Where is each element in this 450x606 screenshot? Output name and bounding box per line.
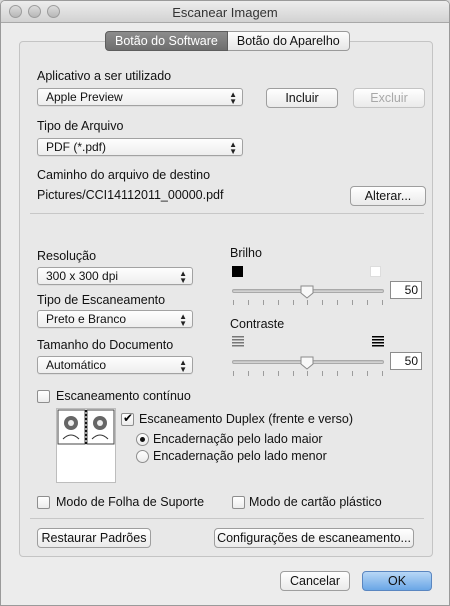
delete-app-button[interactable]: Excluir <box>353 88 425 108</box>
scan-image-dialog: Escanear Imagem Botão do Software Botão … <box>0 0 450 606</box>
tab-software-button[interactable]: Botão do Software <box>105 31 228 51</box>
destination-label: Caminho do arquivo de destino <box>37 168 211 182</box>
updown-arrows-icon: ▲ ▼ <box>179 269 187 285</box>
duplex-scan-checkbox[interactable] <box>121 411 134 426</box>
updown-arrows-icon: ▲ ▼ <box>229 90 237 106</box>
brightness-slider-thumb[interactable] <box>300 285 314 299</box>
updown-arrows-icon: ▲ ▼ <box>179 312 187 328</box>
file-type-select-value: PDF (*.pdf) <box>46 140 107 154</box>
long-edge-binding-label: Encadernação pelo lado maior <box>153 432 323 446</box>
scan-type-select-value: Preto e Branco <box>46 312 127 326</box>
light-square-icon <box>370 266 381 277</box>
destination-path: Pictures/CCI14112011_00000.pdf <box>37 188 224 202</box>
doc-size-select[interactable]: Automático ▲ ▼ <box>37 356 193 374</box>
contrast-label: Contraste <box>230 317 285 331</box>
dark-square-icon <box>232 266 243 277</box>
duplex-preview-image <box>56 408 116 483</box>
file-type-label: Tipo de Arquivo <box>37 119 124 133</box>
continuous-scan-checkbox[interactable] <box>37 390 50 403</box>
duplex-scan-label: Escaneamento Duplex (frente e verso) <box>139 412 353 426</box>
updown-arrows-icon: ▲ ▼ <box>229 140 237 156</box>
doc-size-label: Tamanho do Documento <box>37 338 174 352</box>
app-label: Aplicativo a ser utilizado <box>37 69 172 83</box>
continuous-scan-label: Escaneamento contínuo <box>56 389 191 403</box>
app-select-value: Apple Preview <box>46 90 123 104</box>
brightness-value-field[interactable]: 50 <box>390 281 422 299</box>
carrier-sheet-checkbox[interactable] <box>37 496 50 509</box>
short-edge-binding-label: Encadernação pelo lado menor <box>153 449 327 463</box>
tab-bar: Botão do Software Botão do Aparelho <box>105 31 350 51</box>
cancel-button[interactable]: Cancelar <box>280 571 350 591</box>
scan-type-select[interactable]: Preto e Branco ▲ ▼ <box>37 310 193 328</box>
contrast-slider-thumb[interactable] <box>300 356 314 370</box>
plastic-card-label: Modo de cartão plástico <box>249 495 382 509</box>
restore-defaults-button[interactable]: Restaurar Padrões <box>37 528 151 548</box>
doc-size-select-value: Automático <box>46 358 107 372</box>
short-edge-binding-radio[interactable] <box>136 450 149 463</box>
contrast-value-field[interactable]: 50 <box>390 352 422 370</box>
carrier-sheet-label: Modo de Folha de Suporte <box>56 495 205 509</box>
tab-device-button[interactable]: Botão do Aparelho <box>227 31 350 51</box>
app-select[interactable]: Apple Preview ▲ ▼ <box>37 88 243 106</box>
title-bar: Escanear Imagem <box>1 1 449 23</box>
updown-arrows-icon: ▲ ▼ <box>179 358 187 374</box>
file-type-select[interactable]: PDF (*.pdf) ▲ ▼ <box>37 138 243 156</box>
settings-panel: Aplicativo a ser utilizado Apple Preview… <box>19 41 433 557</box>
contrast-ticks <box>233 371 383 376</box>
resolution-select[interactable]: 300 x 300 dpi ▲ ▼ <box>37 267 193 285</box>
low-contrast-icon <box>232 336 244 347</box>
divider <box>30 213 424 214</box>
plastic-card-checkbox[interactable] <box>232 496 245 509</box>
ok-button[interactable]: OK <box>362 571 432 591</box>
flower-pages-icon <box>57 409 115 445</box>
long-edge-binding-radio[interactable] <box>136 433 149 446</box>
add-app-button[interactable]: Incluir <box>266 88 338 108</box>
high-contrast-icon <box>372 336 384 347</box>
brightness-ticks <box>233 300 383 305</box>
divider <box>30 518 424 519</box>
resolution-select-value: 300 x 300 dpi <box>46 269 119 283</box>
change-destination-button[interactable]: Alterar... <box>350 186 426 206</box>
scan-type-label: Tipo de Escaneamento <box>37 293 166 307</box>
resolution-label: Resolução <box>37 249 97 263</box>
brightness-label: Brilho <box>230 246 262 260</box>
scan-settings-button[interactable]: Configurações de escaneamento... <box>214 528 414 548</box>
window-title: Escanear Imagem <box>172 5 278 20</box>
